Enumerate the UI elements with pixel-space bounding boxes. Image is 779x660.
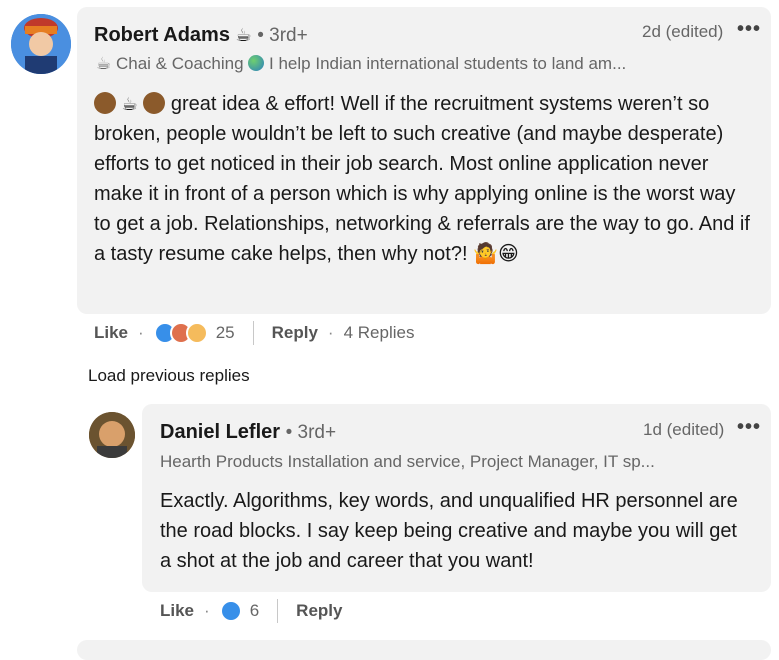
separator-dot: · <box>327 323 334 342</box>
cake-icon <box>143 92 166 114</box>
grin-icon: 😁 <box>498 243 519 265</box>
divider <box>252 321 254 345</box>
coffee-cup-icon: ☕ <box>235 25 252 45</box>
daniel-lefler-avatar[interactable] <box>89 412 135 458</box>
reaction-count[interactable]: 6 <box>250 601 259 621</box>
reply-text: Exactly. Algorithms, key words, and unqu… <box>160 490 738 572</box>
more-options-icon[interactable]: ••• <box>737 416 761 439</box>
insightful-reaction-icon <box>185 322 208 344</box>
reactions[interactable] <box>219 600 242 622</box>
more-options-icon[interactable]: ••• <box>737 18 761 41</box>
replies-count-link[interactable]: 4 Replies <box>344 323 415 343</box>
next-comment-bubble <box>77 640 771 660</box>
separator-dot: · <box>138 323 144 342</box>
reply-button[interactable]: Reply <box>272 323 318 343</box>
like-button[interactable]: Like <box>94 323 128 343</box>
reaction-count[interactable]: 25 <box>216 323 235 343</box>
robert-adams-avatar[interactable] <box>11 14 71 74</box>
comment-author-headline: ☕ Chai & Coaching I help Indian internat… <box>96 54 627 73</box>
reply-author-headline: Hearth Products Installation and service… <box>160 452 655 471</box>
comment-actions: Like · 25 Reply · 4 Replies <box>94 321 414 345</box>
comment-timestamp: 2d (edited) <box>642 22 724 41</box>
cake-icon <box>94 92 116 114</box>
divider <box>277 599 279 623</box>
like-reaction-icon <box>219 600 242 622</box>
reply-timestamp: 1d (edited) <box>643 420 725 439</box>
shrug-icon: 🤷 <box>473 243 499 265</box>
reactions[interactable] <box>153 322 208 344</box>
load-previous-replies-link[interactable]: Load previous replies <box>88 366 250 386</box>
reply-author[interactable]: Daniel Lefler • 3rd+ <box>160 421 336 444</box>
reply-actions: Like · 6 Reply <box>160 599 342 623</box>
coffee-cup-icon: ☕ <box>96 54 112 73</box>
reply-button[interactable]: Reply <box>296 601 342 621</box>
separator-dot: · <box>204 601 210 620</box>
globe-icon <box>248 55 265 71</box>
connection-degree: • 3rd+ <box>257 25 308 46</box>
comment-text: ☕ great idea & effort! Well if the recru… <box>94 89 754 269</box>
coffee-cup-icon: ☕ <box>121 94 138 114</box>
like-button[interactable]: Like <box>160 601 194 621</box>
comment-author[interactable]: Robert Adams ☕ • 3rd+ <box>94 24 308 47</box>
connection-degree: • 3rd+ <box>285 422 337 443</box>
